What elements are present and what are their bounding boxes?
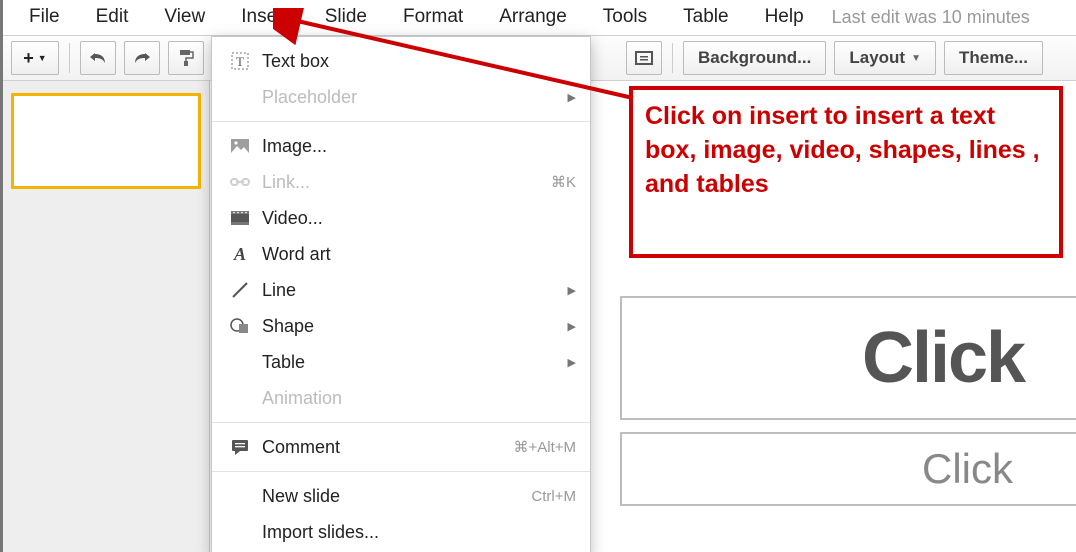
new-slide-button[interactable]: + ▼	[11, 41, 59, 75]
slide-panel	[3, 81, 210, 552]
menu-separator	[212, 121, 590, 122]
subtitle-placeholder[interactable]: Click	[620, 432, 1076, 506]
menu-item-new-slide[interactable]: New slide Ctrl+M	[212, 478, 590, 514]
toolbar-separator	[672, 43, 673, 73]
menu-edit[interactable]: Edit	[78, 2, 147, 32]
insert-dropdown: T Text box Placeholder ▶ Image... Link..…	[211, 36, 591, 552]
menu-item-wordart[interactable]: A Word art	[212, 236, 590, 272]
image-icon	[226, 139, 254, 153]
menu-shortcut: ⌘+Alt+M	[513, 438, 576, 456]
layout-button[interactable]: Layout ▼	[834, 41, 936, 75]
redo-icon	[133, 50, 151, 66]
menu-item-table[interactable]: Table ▶	[212, 344, 590, 380]
menu-item-link: Link... ⌘K	[212, 164, 590, 200]
menu-table[interactable]: Table	[665, 2, 746, 32]
menu-item-label: Link...	[262, 172, 551, 193]
menu-help[interactable]: Help	[747, 2, 822, 32]
menu-bar: File Edit View Insert Slide Format Arran…	[3, 0, 1076, 35]
toolbar-separator	[69, 43, 70, 73]
submenu-arrow-icon: ▶	[568, 284, 576, 297]
submenu-arrow-icon: ▶	[568, 91, 576, 104]
submenu-arrow-icon: ▶	[568, 320, 576, 333]
menu-view[interactable]: View	[146, 2, 223, 32]
undo-button[interactable]	[80, 41, 116, 75]
menu-item-placeholder: Placeholder ▶	[212, 79, 590, 115]
menu-tools[interactable]: Tools	[585, 2, 665, 32]
menu-slide[interactable]: Slide	[307, 2, 385, 32]
menu-item-label: Table	[262, 352, 568, 373]
svg-text:T: T	[236, 54, 244, 69]
subtitle-placeholder-text: Click	[922, 445, 1013, 493]
title-placeholder[interactable]: Click	[620, 296, 1076, 420]
annotation-text: Click on insert to insert a text box, im…	[645, 100, 1047, 201]
title-placeholder-text: Click	[862, 317, 1024, 399]
background-label: Background...	[698, 48, 811, 68]
submenu-arrow-icon: ▶	[568, 356, 576, 369]
chevron-down-icon: ▼	[911, 53, 921, 64]
menu-arrange[interactable]: Arrange	[481, 2, 585, 32]
menu-item-label: Animation	[262, 388, 576, 409]
line-icon	[226, 281, 254, 299]
redo-button[interactable]	[124, 41, 160, 75]
video-icon	[226, 211, 254, 225]
background-button[interactable]: Background...	[683, 41, 826, 75]
annotation-callout: Click on insert to insert a text box, im…	[629, 86, 1063, 258]
menu-format[interactable]: Format	[385, 2, 481, 32]
menu-item-label: Shape	[262, 316, 568, 337]
menu-item-label: Video...	[262, 208, 576, 229]
link-icon	[226, 177, 254, 187]
menu-item-label: Word art	[262, 244, 576, 265]
menu-item-label: Comment	[262, 437, 513, 458]
menu-item-import-slides[interactable]: Import slides...	[212, 514, 590, 550]
menu-item-label: New slide	[262, 486, 531, 507]
menu-separator	[212, 471, 590, 472]
plus-icon: +	[23, 48, 34, 69]
menu-insert[interactable]: Insert	[223, 2, 307, 32]
last-edit-label[interactable]: Last edit was 10 minutes	[832, 7, 1030, 28]
paint-roller-icon	[178, 49, 194, 67]
menu-shortcut: ⌘K	[551, 173, 576, 191]
menu-item-animation: Animation	[212, 380, 590, 416]
fit-icon	[635, 51, 653, 65]
menu-item-image[interactable]: Image...	[212, 128, 590, 164]
menu-item-label: Import slides...	[262, 522, 576, 543]
slide-thumbnail[interactable]	[11, 93, 201, 189]
menu-item-textbox[interactable]: T Text box	[212, 43, 590, 79]
menu-item-label: Text box	[262, 51, 576, 72]
menu-shortcut: Ctrl+M	[531, 488, 576, 505]
shape-icon	[226, 317, 254, 335]
layout-label: Layout	[849, 48, 905, 68]
textbox-icon: T	[226, 52, 254, 70]
menu-item-label: Line	[262, 280, 568, 301]
menu-item-line[interactable]: Line ▶	[212, 272, 590, 308]
chevron-down-icon: ▼	[38, 53, 47, 63]
undo-icon	[89, 50, 107, 66]
menu-item-comment[interactable]: Comment ⌘+Alt+M	[212, 429, 590, 465]
paint-format-button[interactable]	[168, 41, 204, 75]
menu-item-video[interactable]: Video...	[212, 200, 590, 236]
menu-separator	[212, 422, 590, 423]
theme-button[interactable]: Theme...	[944, 41, 1043, 75]
menu-item-shape[interactable]: Shape ▶	[212, 308, 590, 344]
menu-file[interactable]: File	[11, 2, 78, 32]
menu-item-label: Placeholder	[262, 87, 568, 108]
theme-label: Theme...	[959, 48, 1028, 68]
fit-button[interactable]	[626, 41, 662, 75]
comment-icon	[226, 439, 254, 455]
menu-item-label: Image...	[262, 136, 576, 157]
wordart-icon: A	[226, 244, 254, 265]
